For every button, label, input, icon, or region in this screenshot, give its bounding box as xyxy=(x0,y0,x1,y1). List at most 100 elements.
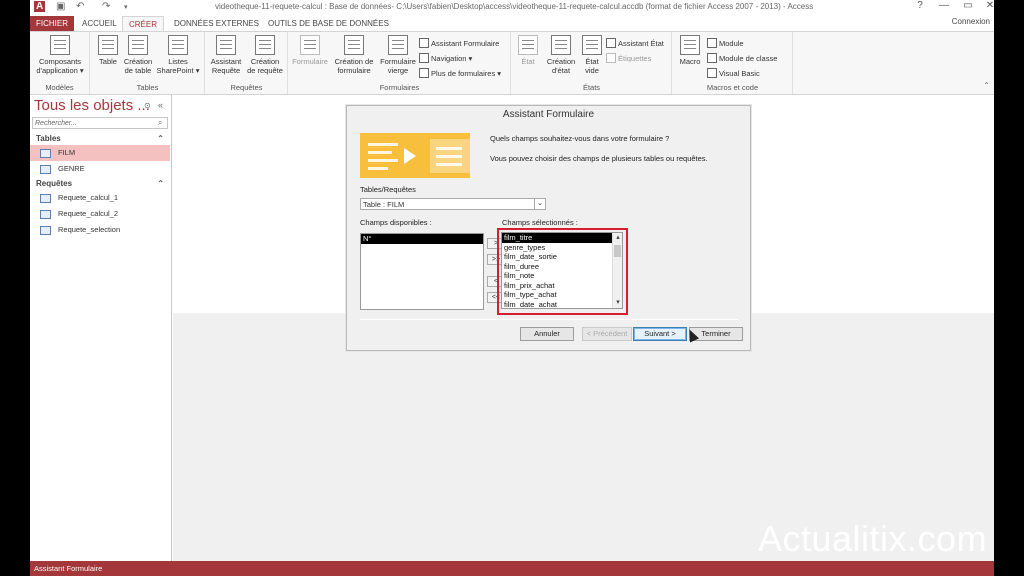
plus-formulaires-button[interactable]: Plus de formulaires ▾ xyxy=(419,68,501,78)
form-wizard-icon xyxy=(419,38,429,48)
navigation-label: Navigation ▾ xyxy=(431,53,473,63)
tables-requetes-value: Table : FILM xyxy=(363,200,405,209)
group-label-etats: États xyxy=(582,83,601,92)
etiquettes-label: Étiquettes xyxy=(618,53,652,63)
nav-section-requetes[interactable]: Requêtes ⌃ xyxy=(30,177,170,191)
module-classe-button[interactable]: Module de classe xyxy=(707,53,777,63)
tab-donnees-externes[interactable]: DONNÉES EXTERNES xyxy=(168,16,265,32)
blank-report-icon xyxy=(582,35,602,55)
minimize-icon[interactable]: — xyxy=(932,0,956,11)
dialog-body: Quels champs souhaitez-vous dans votre f… xyxy=(357,126,743,343)
nav-item-requete-calcul-1[interactable]: Requete_calcul_1 xyxy=(30,190,170,206)
nav-item-label: FILM xyxy=(58,148,76,157)
creation-requete-button[interactable]: Création de requête xyxy=(244,35,286,75)
etiquettes-button[interactable]: Étiquettes xyxy=(606,53,651,63)
wizard-question: Quels champs souhaitez-vous dans votre f… xyxy=(490,134,670,143)
query-wizard-icon xyxy=(216,35,236,55)
tab-creer[interactable]: CRÉER xyxy=(122,16,165,32)
etat-button[interactable]: État xyxy=(514,35,542,66)
selected-fields-highlight xyxy=(497,228,628,315)
tab-accueil[interactable]: ACCUEIL xyxy=(76,16,123,32)
chevron-down-icon[interactable]: ⌄ xyxy=(534,199,545,209)
tab-fichier[interactable]: FICHIER xyxy=(30,16,74,32)
listes-sharepoint-button[interactable]: Listes SharePoint ▾ xyxy=(155,35,201,75)
macro-button[interactable]: Macro xyxy=(677,35,703,66)
restore-icon[interactable]: ▭ xyxy=(956,0,980,11)
formulaire-vierge-button[interactable]: Formulaire vierge xyxy=(377,35,419,75)
wizard-hint: Vous pouvez choisir des champs de plusie… xyxy=(490,154,708,163)
creation-etat-button[interactable]: Création d'état xyxy=(542,35,580,75)
connexion-link[interactable]: Connexion xyxy=(952,17,990,26)
nav-section-tables[interactable]: Tables ⌃ xyxy=(30,132,170,146)
collapse-chevron-icon: ⌃ xyxy=(157,134,164,143)
macro-label: Macro xyxy=(679,57,701,66)
nav-item-requete-calcul-2[interactable]: Requete_calcul_2 xyxy=(30,206,170,222)
table-label: Table xyxy=(99,57,117,66)
nav-item-film[interactable]: FILM xyxy=(30,145,170,161)
customize-toolbar-icon[interactable]: ▾ xyxy=(124,3,128,11)
table-button[interactable]: Table xyxy=(95,35,121,66)
report-design-icon xyxy=(551,35,571,55)
assistant-etat-label: Assistant État xyxy=(618,38,664,48)
tab-outils-base-de-donnees[interactable]: OUTILS DE BASE DE DONNÉES xyxy=(262,16,395,32)
nav-title[interactable]: Tous les objets ... xyxy=(34,97,150,114)
collapse-ribbon-icon[interactable]: ⌃ xyxy=(983,81,990,90)
listes-label-1: Listes xyxy=(168,57,188,66)
precedent-button[interactable]: < Précédent xyxy=(582,327,632,341)
creation-requete-label-1: Création xyxy=(250,57,280,66)
creation-etat-label-1: Création xyxy=(546,57,576,66)
navigation-icon xyxy=(419,53,429,63)
nav-item-genre[interactable]: GENRE xyxy=(30,161,170,177)
ribbon-tabs: FICHIER ACCUEIL CRÉER DONNÉES EXTERNES O… xyxy=(30,14,994,32)
assistant-etat-button[interactable]: Assistant État xyxy=(606,38,664,48)
formulaire-button[interactable]: Formulaire xyxy=(291,35,329,66)
list-item[interactable]: N° xyxy=(361,234,483,244)
visual-basic-button[interactable]: Visual Basic xyxy=(707,68,760,78)
nav-item-label: GENRE xyxy=(58,164,85,173)
save-icon[interactable]: ▣ xyxy=(56,1,65,12)
redo-icon[interactable]: ↷ xyxy=(102,1,110,12)
annuler-button[interactable]: Annuler xyxy=(520,327,574,341)
nav-item-requete-selection[interactable]: Requete_selection xyxy=(30,222,170,238)
query-design-icon xyxy=(255,35,275,55)
champs-disponibles-label: Champs disponibles : xyxy=(360,218,432,227)
creation-formulaire-button[interactable]: Création de formulaire xyxy=(331,35,377,75)
creation-formulaire-label-2: formulaire xyxy=(337,66,371,75)
group-tables: Table Création de table Listes SharePoin… xyxy=(91,32,205,94)
tables-requetes-select[interactable]: Table : FILM ⌄ xyxy=(360,198,546,210)
visual-basic-icon xyxy=(707,68,717,78)
assistant-formulaire-button[interactable]: Assistant Formulaire xyxy=(419,38,499,48)
table-design-icon xyxy=(128,35,148,55)
table-icon xyxy=(98,35,118,55)
composants-application-button[interactable]: Composants d'application ▾ xyxy=(32,35,88,75)
query-icon xyxy=(40,226,51,235)
listes-label-2: SharePoint ▾ xyxy=(156,66,200,75)
nav-menu-icon[interactable]: ⊙ xyxy=(144,101,151,110)
module-icon xyxy=(707,38,717,48)
etat-vide-button[interactable]: État vide xyxy=(580,35,604,75)
search-icon[interactable]: ⌕ xyxy=(158,118,162,128)
labels-icon xyxy=(606,53,616,63)
creation-table-label-2: de table xyxy=(124,66,152,75)
close-icon[interactable]: ✕ xyxy=(978,0,994,11)
group-requetes: Assistant Requête Création de requête Re… xyxy=(206,32,288,94)
group-macros: Macro Module Module de classe Visual Bas… xyxy=(673,32,793,94)
suivant-button[interactable]: Suivant > xyxy=(633,327,687,341)
navigation-button[interactable]: Navigation ▾ xyxy=(419,53,472,63)
module-button[interactable]: Module xyxy=(707,38,744,48)
dialog-separator xyxy=(360,319,738,320)
more-forms-icon xyxy=(419,68,429,78)
assistant-requete-button[interactable]: Assistant Requête xyxy=(208,35,244,75)
help-icon[interactable]: ? xyxy=(908,0,932,11)
plus-formulaires-label: Plus de formulaires ▾ xyxy=(431,68,502,78)
report-icon xyxy=(518,35,538,55)
nav-search-input[interactable]: Rechercher... xyxy=(32,117,168,129)
nav-collapse-icon[interactable]: « xyxy=(158,100,163,110)
group-label-macros: Macros et code xyxy=(706,83,759,92)
creation-table-button[interactable]: Création de table xyxy=(121,35,155,75)
nav-section-tables-label: Tables xyxy=(36,134,61,143)
sharepoint-list-icon xyxy=(168,35,188,55)
available-fields-list[interactable]: N° xyxy=(360,233,484,310)
undo-icon[interactable]: ↶ xyxy=(76,1,84,12)
title-bar: A ▣ ↶ ↷ ▾ videotheque-11-requete-calcul … xyxy=(30,0,994,14)
